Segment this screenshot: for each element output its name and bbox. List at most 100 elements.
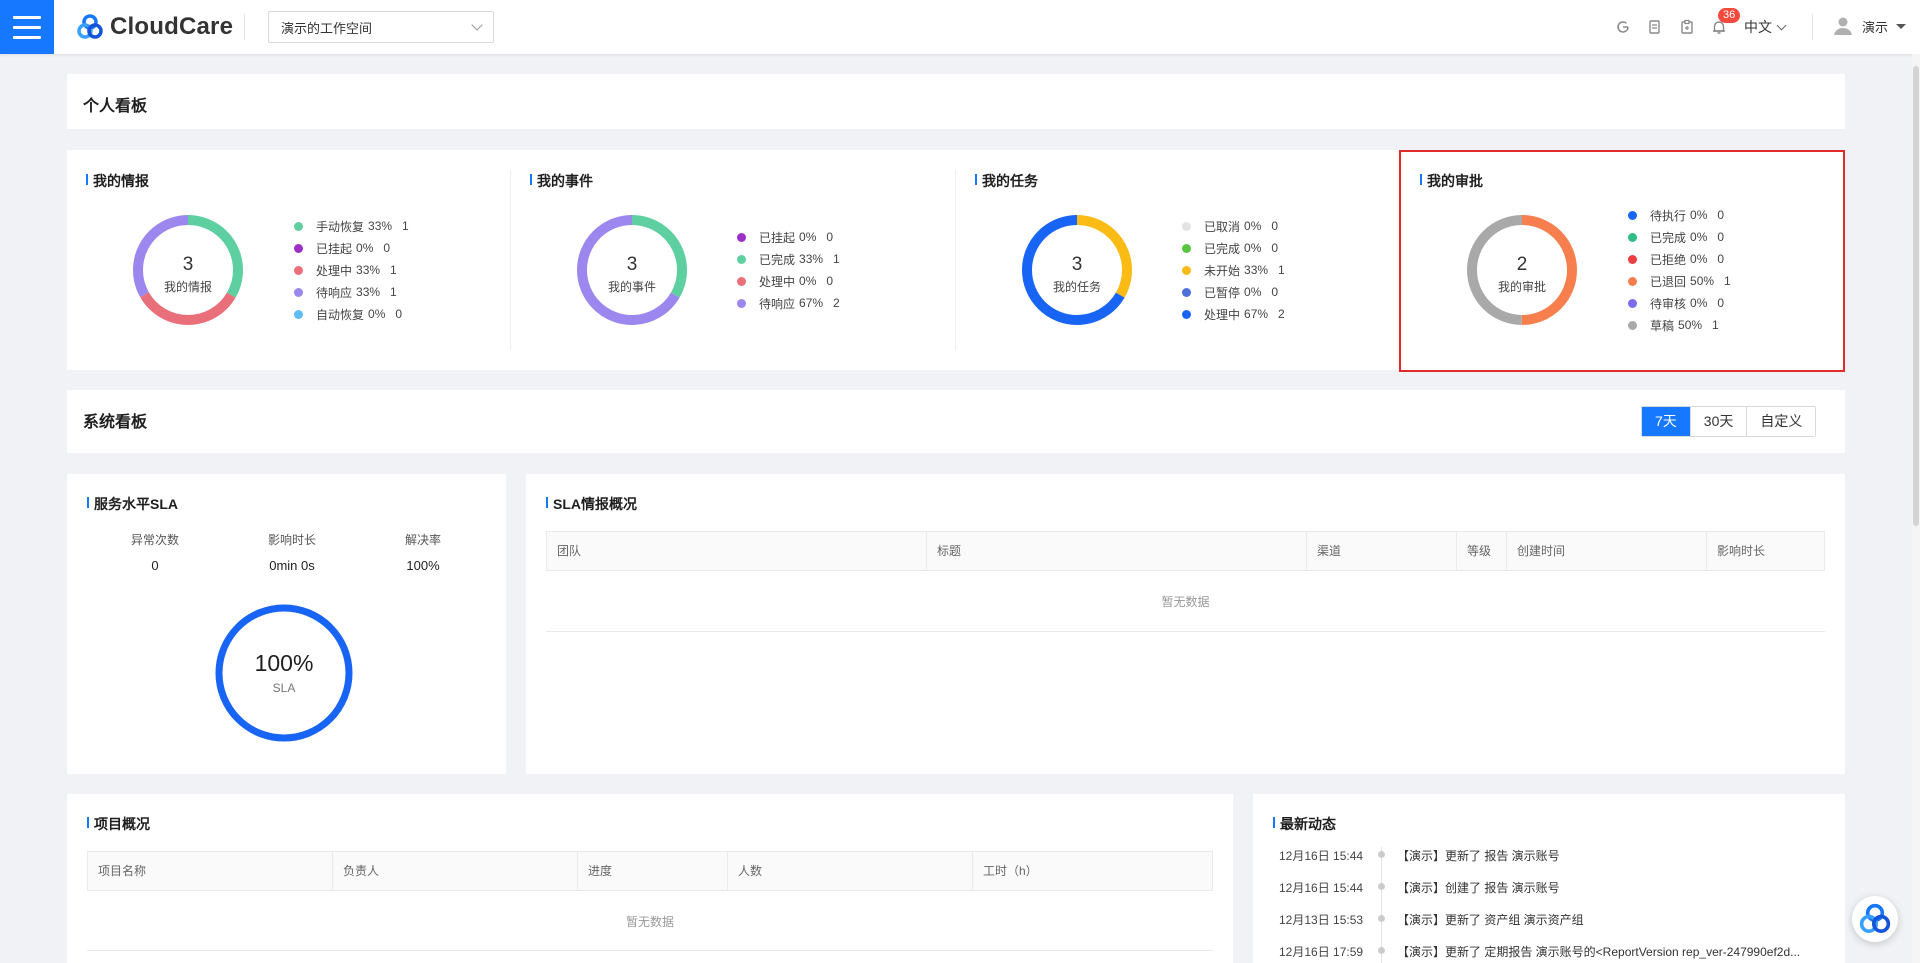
legend-count: 0 (826, 230, 834, 244)
legend-percent: 0% (799, 274, 817, 288)
page-scrollbar[interactable] (1912, 54, 1920, 963)
task-total-label: 我的任务 (1052, 280, 1101, 294)
table-header-cell[interactable]: 等级 (1457, 532, 1507, 570)
activity-time: 12月16日 15:44 (1279, 881, 1364, 895)
legend-dot-icon (737, 232, 746, 242)
legend-item[interactable]: 自动恢复 0% 0 (294, 303, 409, 325)
legend-label: 处理中 (1204, 307, 1241, 322)
legend-dot-icon (294, 243, 303, 253)
legend-item[interactable]: 已取消 0% 0 (1182, 215, 1285, 237)
table-header-cell[interactable]: 进度 (578, 852, 728, 890)
range-7-days-button[interactable]: 7天 (1642, 407, 1690, 436)
legend-dot-icon (737, 276, 746, 286)
legend-dot-icon (1182, 221, 1191, 231)
legend-dot-icon (294, 287, 303, 297)
sla-metric-label: 解决率 (404, 533, 441, 547)
legend-label: 未开始 (1204, 263, 1241, 278)
chevron-down-icon (1776, 20, 1787, 30)
legend-dot-icon (1182, 243, 1191, 253)
table-header-cell[interactable]: 标题 (927, 532, 1307, 570)
legend-item[interactable]: 处理中 0% 0 (737, 270, 840, 292)
user-menu[interactable]: 演示 (1832, 15, 1907, 37)
sla-metric-value: 0 (151, 558, 159, 573)
intel-panel-title: 我的情报 (86, 171, 149, 191)
empty-state-text: 暂无数据 (625, 915, 674, 929)
table-header-cell[interactable]: 影响时长 (1707, 532, 1824, 570)
project-overview-title: 项目概况 (87, 814, 150, 834)
legend-label: 已完成 (759, 252, 796, 267)
legend-item[interactable]: 处理中 33% 1 (294, 259, 409, 281)
workspace-select[interactable]: 演示的工作空间 (268, 11, 494, 43)
legend-percent: 33% (356, 263, 381, 277)
table-header-cell[interactable]: 工时（h） (973, 852, 1212, 890)
table-header-cell[interactable]: 团队 (547, 532, 927, 570)
timeline-dot (1378, 915, 1385, 922)
language-switcher[interactable]: 中文 (1744, 17, 1787, 37)
table-header-cell[interactable]: 项目名称 (88, 852, 333, 890)
clipboard-icon[interactable] (1678, 18, 1696, 36)
refresh-icon[interactable] (1614, 18, 1632, 36)
legend-label: 已取消 (1204, 219, 1241, 234)
legend-percent: 0% (1244, 219, 1262, 233)
legend-percent: 33% (799, 252, 824, 266)
legend-item[interactable]: 处理中 67% 2 (1182, 303, 1285, 325)
activity-item[interactable]: 12月16日 15:44 【演示】更新了 报告 演示账号 (1279, 847, 1819, 879)
table-header-cell[interactable]: 创建时间 (1507, 532, 1707, 570)
legend-label: 手动恢复 (316, 219, 365, 234)
legend-item[interactable]: 已暂停 0% 0 (1182, 281, 1285, 303)
divider (546, 631, 1825, 632)
timeline-dot (1378, 883, 1385, 890)
activity-item[interactable]: 12月13日 15:53 【演示】更新了 资产组 演示资产组 (1279, 911, 1819, 943)
table-header-cell[interactable]: 负责人 (333, 852, 578, 890)
intel-total-value: 3 (182, 254, 194, 275)
legend-item[interactable]: 已挂起 0% 0 (294, 237, 409, 259)
event-total-value: 3 (626, 254, 638, 275)
project-table-header: 项目名称 负责人 进度 人数 工时（h） (87, 851, 1213, 891)
table-header-cell[interactable]: 人数 (728, 852, 973, 890)
activity-text: 【演示】更新了 定期报告 演示账号的<ReportVersion rep_ver… (1397, 945, 1801, 959)
legend-label: 已完成 (1204, 241, 1241, 256)
system-board-title: 系统看板 (83, 414, 148, 431)
legend-item[interactable]: 待响应 67% 2 (737, 292, 840, 314)
legend-item[interactable]: 已完成 33% 1 (737, 248, 840, 270)
empty-state-text: 暂无数据 (1161, 595, 1210, 609)
sla-metric-label: 影响时长 (267, 533, 316, 547)
sla-card: 服务水平SLA 异常次数 0 影响时长 0min 0s 解决率 100% 100… (67, 474, 506, 774)
legend-dot-icon (737, 254, 746, 264)
assistant-float-button[interactable] (1852, 896, 1898, 942)
legend-item[interactable]: 未开始 33% 1 (1182, 259, 1285, 281)
legend-label: 待响应 (316, 285, 353, 300)
legend-item[interactable]: 已挂起 0% 0 (737, 226, 840, 248)
table-header-cell[interactable]: 渠道 (1307, 532, 1457, 570)
legend-count: 1 (390, 263, 397, 277)
legend-percent: 67% (799, 296, 824, 310)
legend-item[interactable]: 手动恢复 33% 1 (294, 215, 409, 237)
legend-dot-icon (294, 309, 303, 319)
legend-dot-icon (294, 265, 303, 275)
activity-item[interactable]: 12月16日 17:59 【演示】更新了 定期报告 演示账号的<ReportVe… (1279, 943, 1819, 963)
approval-highlight-box (1399, 150, 1845, 372)
hamburger-menu-button[interactable] (0, 0, 54, 54)
document-icon[interactable] (1646, 18, 1664, 36)
logo[interactable]: CloudCare (76, 12, 233, 42)
sla-metric-value: 100% (406, 558, 440, 573)
intel-total-label: 我的情报 (163, 280, 212, 294)
latest-activity-title: 最新动态 (1273, 814, 1336, 834)
sla-metric-resolution-rate: 解决率 100% (373, 531, 473, 573)
legend-count: 0 (1271, 285, 1279, 299)
legend-dot-icon (1182, 265, 1191, 275)
legend-label: 处理中 (316, 263, 353, 278)
legend-item[interactable]: 待响应 33% 1 (294, 281, 409, 303)
activity-text: 【演示】更新了 资产组 演示资产组 (1397, 913, 1584, 927)
caret-down-icon (1896, 23, 1907, 29)
legend-percent: 0% (1244, 241, 1262, 255)
range-30-days-button[interactable]: 30天 (1689, 407, 1747, 436)
range-custom-button[interactable]: 自定义 (1746, 407, 1816, 436)
legend-percent: 67% (1244, 307, 1269, 321)
activity-item[interactable]: 12月16日 15:44 【演示】创建了 报告 演示账号 (1279, 879, 1819, 911)
activity-time: 12月16日 15:44 (1279, 849, 1364, 863)
assistant-icon (1859, 903, 1891, 933)
activity-text: 【演示】更新了 报告 演示账号 (1397, 849, 1560, 863)
legend-item[interactable]: 已完成 0% 0 (1182, 237, 1285, 259)
legend-percent: 33% (1244, 263, 1269, 277)
